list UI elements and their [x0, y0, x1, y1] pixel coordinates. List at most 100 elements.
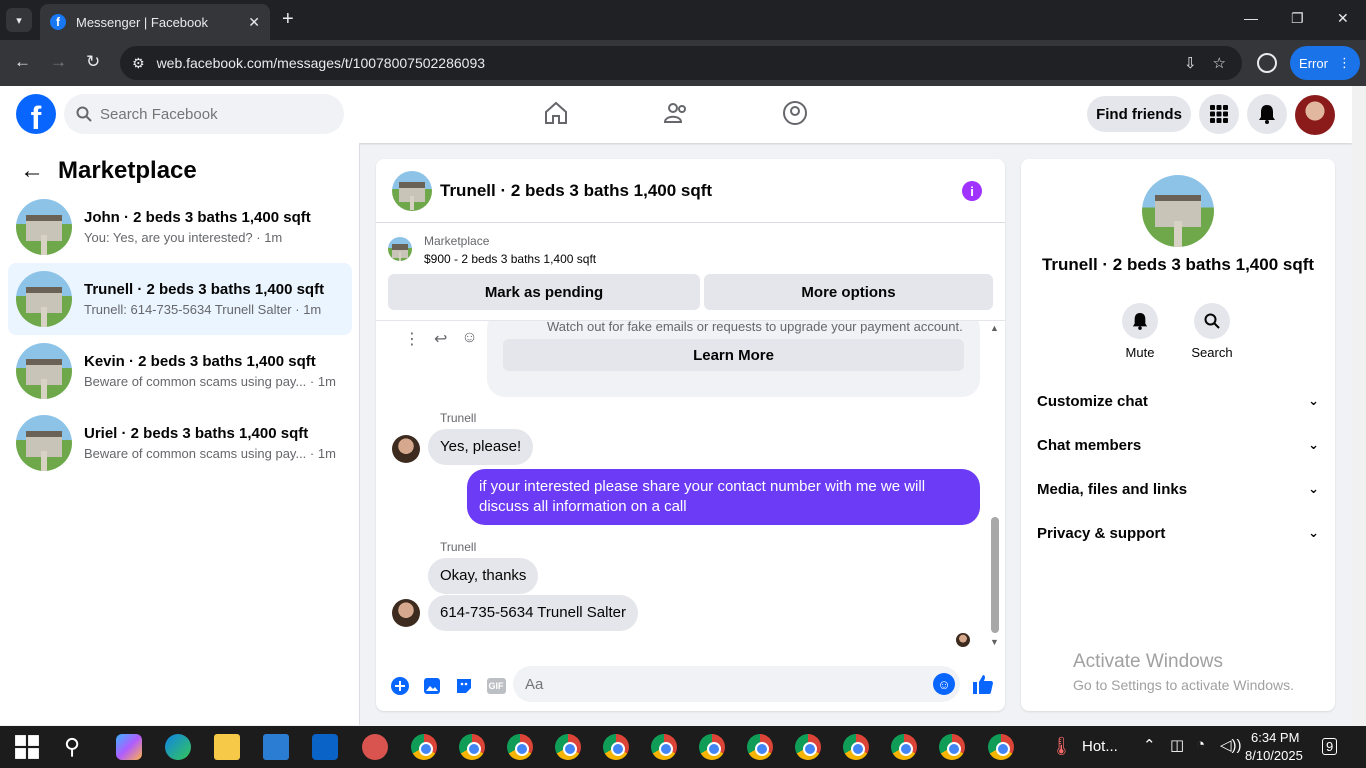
reload-icon[interactable]: ↻ — [86, 52, 100, 72]
scrollbar-thumb[interactable] — [991, 517, 999, 633]
chrome-icon[interactable] — [939, 734, 965, 760]
tray-chevron-up-icon[interactable]: ⌃ — [1143, 736, 1156, 754]
error-button[interactable]: Error ⋮ — [1290, 46, 1360, 80]
mute-button[interactable]: Mute — [1110, 303, 1170, 360]
thumbs-up-icon[interactable] — [972, 673, 994, 701]
groups-icon[interactable] — [782, 100, 808, 126]
notifications-bell-icon[interactable] — [1247, 94, 1287, 134]
restore-icon[interactable]: ❐ — [1291, 10, 1304, 27]
photo-icon[interactable] — [422, 676, 442, 696]
chrome-icon[interactable] — [891, 734, 917, 760]
store-icon[interactable] — [263, 734, 289, 760]
chrome-icon[interactable] — [651, 734, 677, 760]
chrome-icon[interactable] — [507, 734, 533, 760]
chat-listing-avatar[interactable] — [392, 170, 432, 211]
chat-members-row[interactable]: Chat members ⌄ — [1037, 423, 1319, 467]
message-scrollbar[interactable]: ▲ ▼ — [990, 321, 1000, 651]
chevron-down-icon: ⌄ — [1308, 437, 1319, 452]
chrome-icon[interactable] — [555, 734, 581, 760]
back-icon[interactable]: ← — [14, 52, 31, 72]
minimize-icon[interactable]: — — [1244, 10, 1258, 26]
react-icon[interactable]: ☺ — [461, 329, 477, 349]
gif-icon[interactable]: GIF — [486, 676, 506, 696]
chrome-icon[interactable] — [459, 734, 485, 760]
message-input-box[interactable]: ☺ — [513, 666, 960, 702]
chrome-icon[interactable] — [699, 734, 725, 760]
copilot-icon[interactable] — [116, 734, 142, 760]
more-options-button[interactable]: More options — [704, 274, 993, 310]
address-bar[interactable]: ⚙ web.facebook.com/messages/t/1007800750… — [120, 46, 1242, 80]
friends-icon[interactable] — [663, 100, 689, 126]
volume-icon[interactable]: ◁)) — [1220, 736, 1242, 754]
message-bubble[interactable]: Okay, thanks — [428, 558, 539, 594]
sender-avatar[interactable] — [392, 599, 420, 627]
notification-count[interactable]: 9 — [1322, 738, 1338, 755]
chrome-icon[interactable] — [411, 734, 437, 760]
message-bubble[interactable]: 614-735-5634 Trunell Salter — [428, 595, 638, 631]
bookmark-star-icon[interactable]: ☆ — [1213, 54, 1226, 72]
emoji-icon[interactable]: ☺ — [933, 673, 955, 695]
search-input[interactable] — [100, 105, 320, 123]
close-tab-icon[interactable]: ✕ — [248, 14, 260, 31]
thermometer-icon[interactable]: 🌡 — [1050, 736, 1073, 757]
info-icon[interactable]: i — [962, 181, 982, 201]
network-icon[interactable]: ◫ — [1170, 736, 1184, 754]
facebook-logo-icon[interactable]: f — [16, 94, 56, 134]
page-scrollbar[interactable] — [1352, 86, 1366, 726]
home-icon[interactable] — [543, 100, 569, 126]
edge-icon[interactable] — [165, 734, 191, 760]
customize-chat-row[interactable]: Customize chat ⌄ — [1037, 379, 1319, 423]
close-window-icon[interactable]: ✕ — [1337, 10, 1349, 27]
chrome-icon[interactable] — [747, 734, 773, 760]
outlook-icon[interactable] — [312, 734, 338, 760]
more-dots-icon[interactable]: ⋮ — [404, 329, 420, 349]
chrome-icon[interactable] — [988, 734, 1014, 760]
privacy-support-row[interactable]: Privacy & support ⌄ — [1037, 511, 1319, 555]
conversation-item[interactable]: Uriel · 2 beds 3 baths 1,400 sqft Beware… — [8, 407, 352, 479]
chrome-icon[interactable] — [795, 734, 821, 760]
forward-icon[interactable]: → — [50, 52, 67, 72]
listing-small-thumbnail[interactable] — [388, 237, 412, 261]
chrome-icon[interactable] — [603, 734, 629, 760]
message-bubble[interactable]: Yes, please! — [428, 429, 534, 465]
search-in-chat-button[interactable]: Search — [1182, 303, 1242, 360]
clock-time[interactable]: 6:34 PM — [1251, 730, 1299, 745]
my-message-bubble[interactable]: if your interested please share your con… — [467, 469, 980, 525]
add-plus-icon[interactable] — [390, 676, 410, 696]
site-info-icon[interactable]: ⚙ — [132, 55, 145, 72]
wifi-icon[interactable]: ◔ — [1196, 736, 1205, 753]
back-arrow-icon[interactable]: ← — [20, 157, 44, 185]
scroll-up-icon[interactable]: ▲ — [990, 323, 999, 333]
sticker-icon[interactable] — [454, 676, 474, 696]
find-friends-button[interactable]: Find friends — [1087, 96, 1191, 132]
message-input[interactable] — [525, 675, 905, 693]
mark-as-pending-button[interactable]: Mark as pending — [388, 274, 700, 310]
scroll-down-icon[interactable]: ▼ — [990, 637, 999, 647]
conversation-item[interactable]: John · 2 beds 3 baths 1,400 sqft You: Ye… — [8, 191, 352, 263]
profile-listing-photo[interactable] — [1142, 175, 1214, 247]
windows-start-icon[interactable] — [14, 734, 40, 760]
media-files-links-row[interactable]: Media, files and links ⌄ — [1037, 467, 1319, 511]
clock-date[interactable]: 8/10/2025 — [1245, 748, 1303, 763]
profile-icon[interactable] — [1257, 53, 1277, 73]
account-avatar[interactable] — [1295, 95, 1335, 135]
tab-search-chevron-icon[interactable]: ▾ — [6, 8, 32, 32]
conversation-item-active[interactable]: Trunell · 2 beds 3 baths 1,400 sqft Trun… — [8, 263, 352, 335]
menu-grid-icon[interactable] — [1199, 94, 1239, 134]
taskbar-search-icon[interactable]: ⚲ — [64, 734, 80, 760]
conversation-item[interactable]: Kevin · 2 beds 3 baths 1,400 sqft Beware… — [8, 335, 352, 407]
sender-avatar[interactable] — [392, 435, 420, 463]
reply-icon[interactable]: ↩ — [434, 329, 447, 349]
paint-icon[interactable] — [362, 734, 388, 760]
install-app-icon[interactable]: ⇩ — [1184, 54, 1197, 72]
weather-text[interactable]: Hot... — [1082, 738, 1118, 755]
chat-title[interactable]: Trunell · 2 beds 3 baths 1,400 sqft — [440, 181, 712, 201]
file-explorer-icon[interactable] — [214, 734, 240, 760]
chrome-icon[interactable] — [843, 734, 869, 760]
new-tab-icon[interactable]: + — [282, 8, 294, 31]
browser-tab[interactable]: f Messenger | Facebook ✕ — [40, 4, 270, 40]
url-text[interactable]: web.facebook.com/messages/t/100780075022… — [157, 55, 1184, 71]
listing-price[interactable]: $900 - 2 beds 3 baths 1,400 sqft — [424, 252, 596, 266]
learn-more-button[interactable]: Learn More — [503, 339, 964, 371]
facebook-search[interactable] — [64, 94, 344, 134]
